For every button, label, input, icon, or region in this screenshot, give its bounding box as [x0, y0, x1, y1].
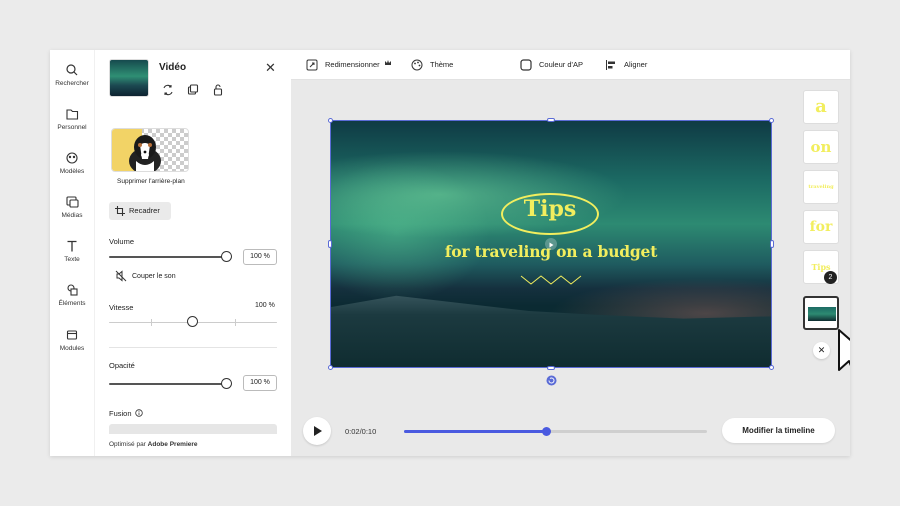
align-icon	[606, 60, 615, 70]
main-area: Redimensionner Thème Couleur d'AP Aligne…	[291, 50, 850, 456]
media-icon	[66, 196, 79, 208]
cursor-arrow-icon	[838, 329, 850, 371]
panel-footer: Optimisé par Adobe Premiere	[95, 434, 291, 456]
play-icon	[314, 426, 322, 436]
resize-handle[interactable]	[770, 240, 774, 248]
duplicate-icon[interactable]	[186, 83, 200, 97]
rail-label: Médias	[61, 212, 83, 219]
thumb-card[interactable]: on	[803, 130, 839, 164]
bg-color-label: Couleur d'AP	[539, 60, 583, 69]
top-toolbar: Redimensionner Thème Couleur d'AP Aligne…	[291, 50, 850, 80]
volume-slider-thumb[interactable]	[221, 251, 232, 262]
rail-label: Éléments	[58, 300, 86, 307]
theme-label: Thème	[430, 60, 454, 69]
remove-background-preview[interactable]	[111, 128, 189, 172]
color-swatch-icon	[520, 59, 532, 71]
properties-panel: Vidéo ✕ Supprimer l'arrière-plan Recadre…	[94, 50, 291, 456]
crop-icon	[115, 206, 125, 216]
rail-item-text[interactable]: Texte	[50, 239, 94, 263]
templates-icon	[66, 152, 78, 164]
blend-label: Fusion	[109, 409, 132, 418]
rail-item-personal[interactable]: Personnel	[50, 107, 94, 131]
crop-label: Recadrer	[129, 206, 160, 215]
dog-image	[129, 135, 161, 171]
align-label: Aligner	[624, 60, 648, 69]
rotate-icon[interactable]	[546, 375, 557, 386]
rail-label: Modules	[59, 345, 85, 352]
volume-slider-track[interactable]	[109, 256, 227, 258]
crop-button[interactable]: Recadrer	[109, 202, 171, 220]
edit-timeline-button[interactable]: Modifier la timeline	[722, 418, 835, 443]
thumb-card[interactable]: a	[803, 90, 839, 124]
resize-icon	[306, 59, 318, 71]
rail-item-media[interactable]: Médias	[50, 195, 94, 219]
remove-bg-label[interactable]: Supprimer l'arrière-plan	[117, 178, 185, 185]
volume-label: Volume	[109, 237, 135, 246]
video-thumbnail	[109, 59, 149, 97]
rail-item-elements[interactable]: Éléments	[50, 283, 94, 307]
timeline-thumb[interactable]	[542, 427, 552, 436]
panel-title: Vidéo	[159, 62, 187, 73]
close-icon[interactable]: ✕	[265, 60, 276, 76]
resize-handle[interactable]	[547, 118, 555, 122]
thumb-card-video[interactable]	[803, 296, 839, 330]
crown-icon	[385, 60, 391, 65]
thumb-badge: 2	[824, 271, 837, 284]
time-display: 0:02/0:10	[345, 427, 377, 436]
rail-item-addons[interactable]: Modules	[50, 328, 94, 352]
folder-icon	[66, 109, 79, 120]
rail-label: Texte	[64, 256, 80, 263]
resize-handle[interactable]	[328, 118, 333, 123]
rail-label: Modèles	[59, 168, 85, 175]
footer-brand: Adobe Premiere	[147, 441, 198, 448]
rail-label: Rechercher	[55, 80, 89, 87]
opacity-label: Opacité	[109, 361, 135, 370]
elements-icon	[67, 284, 78, 296]
selection-frame	[330, 120, 772, 368]
speed-slider-thumb[interactable]	[187, 316, 198, 327]
resize-handle[interactable]	[547, 366, 555, 370]
search-icon	[66, 64, 78, 76]
timeline-scrubber[interactable]	[404, 427, 707, 436]
opacity-value[interactable]: 100 %	[243, 375, 277, 391]
footer-prefix: Optimisé par	[109, 441, 146, 448]
resize-handle[interactable]	[328, 365, 333, 370]
thumb-card[interactable]: traveling	[803, 170, 839, 204]
speed-label: Vitesse	[109, 303, 134, 312]
rail-item-search[interactable]: Rechercher	[50, 63, 94, 87]
resize-handle[interactable]	[769, 365, 774, 370]
app-window: Rechercher Personnel Modèles Médias Text…	[50, 50, 850, 456]
speed-value: 100 %	[255, 302, 275, 309]
opacity-slider-thumb[interactable]	[221, 378, 232, 389]
close-icon[interactable]: ✕	[813, 342, 830, 359]
addons-icon	[66, 330, 78, 340]
rail-label: Personnel	[57, 124, 87, 131]
palette-icon	[411, 59, 423, 71]
thumb-card[interactable]: for	[803, 210, 839, 244]
timeline-progress	[404, 430, 547, 433]
replace-icon[interactable]	[161, 83, 175, 97]
resize-label: Redimensionner	[325, 60, 380, 69]
lock-icon[interactable]	[211, 83, 225, 97]
rail-item-templates[interactable]: Modèles	[50, 151, 94, 175]
info-icon[interactable]	[135, 409, 143, 417]
mute-label[interactable]: Couper le son	[132, 273, 176, 280]
mute-icon	[115, 270, 127, 282]
resize-handle[interactable]	[769, 118, 774, 123]
resize-handle[interactable]	[328, 240, 332, 248]
volume-value[interactable]: 100 %	[243, 249, 277, 265]
left-rail: Rechercher Personnel Modèles Médias Text…	[50, 50, 94, 456]
opacity-slider-track[interactable]	[109, 383, 227, 385]
play-button[interactable]	[303, 417, 331, 445]
text-icon	[67, 240, 77, 252]
